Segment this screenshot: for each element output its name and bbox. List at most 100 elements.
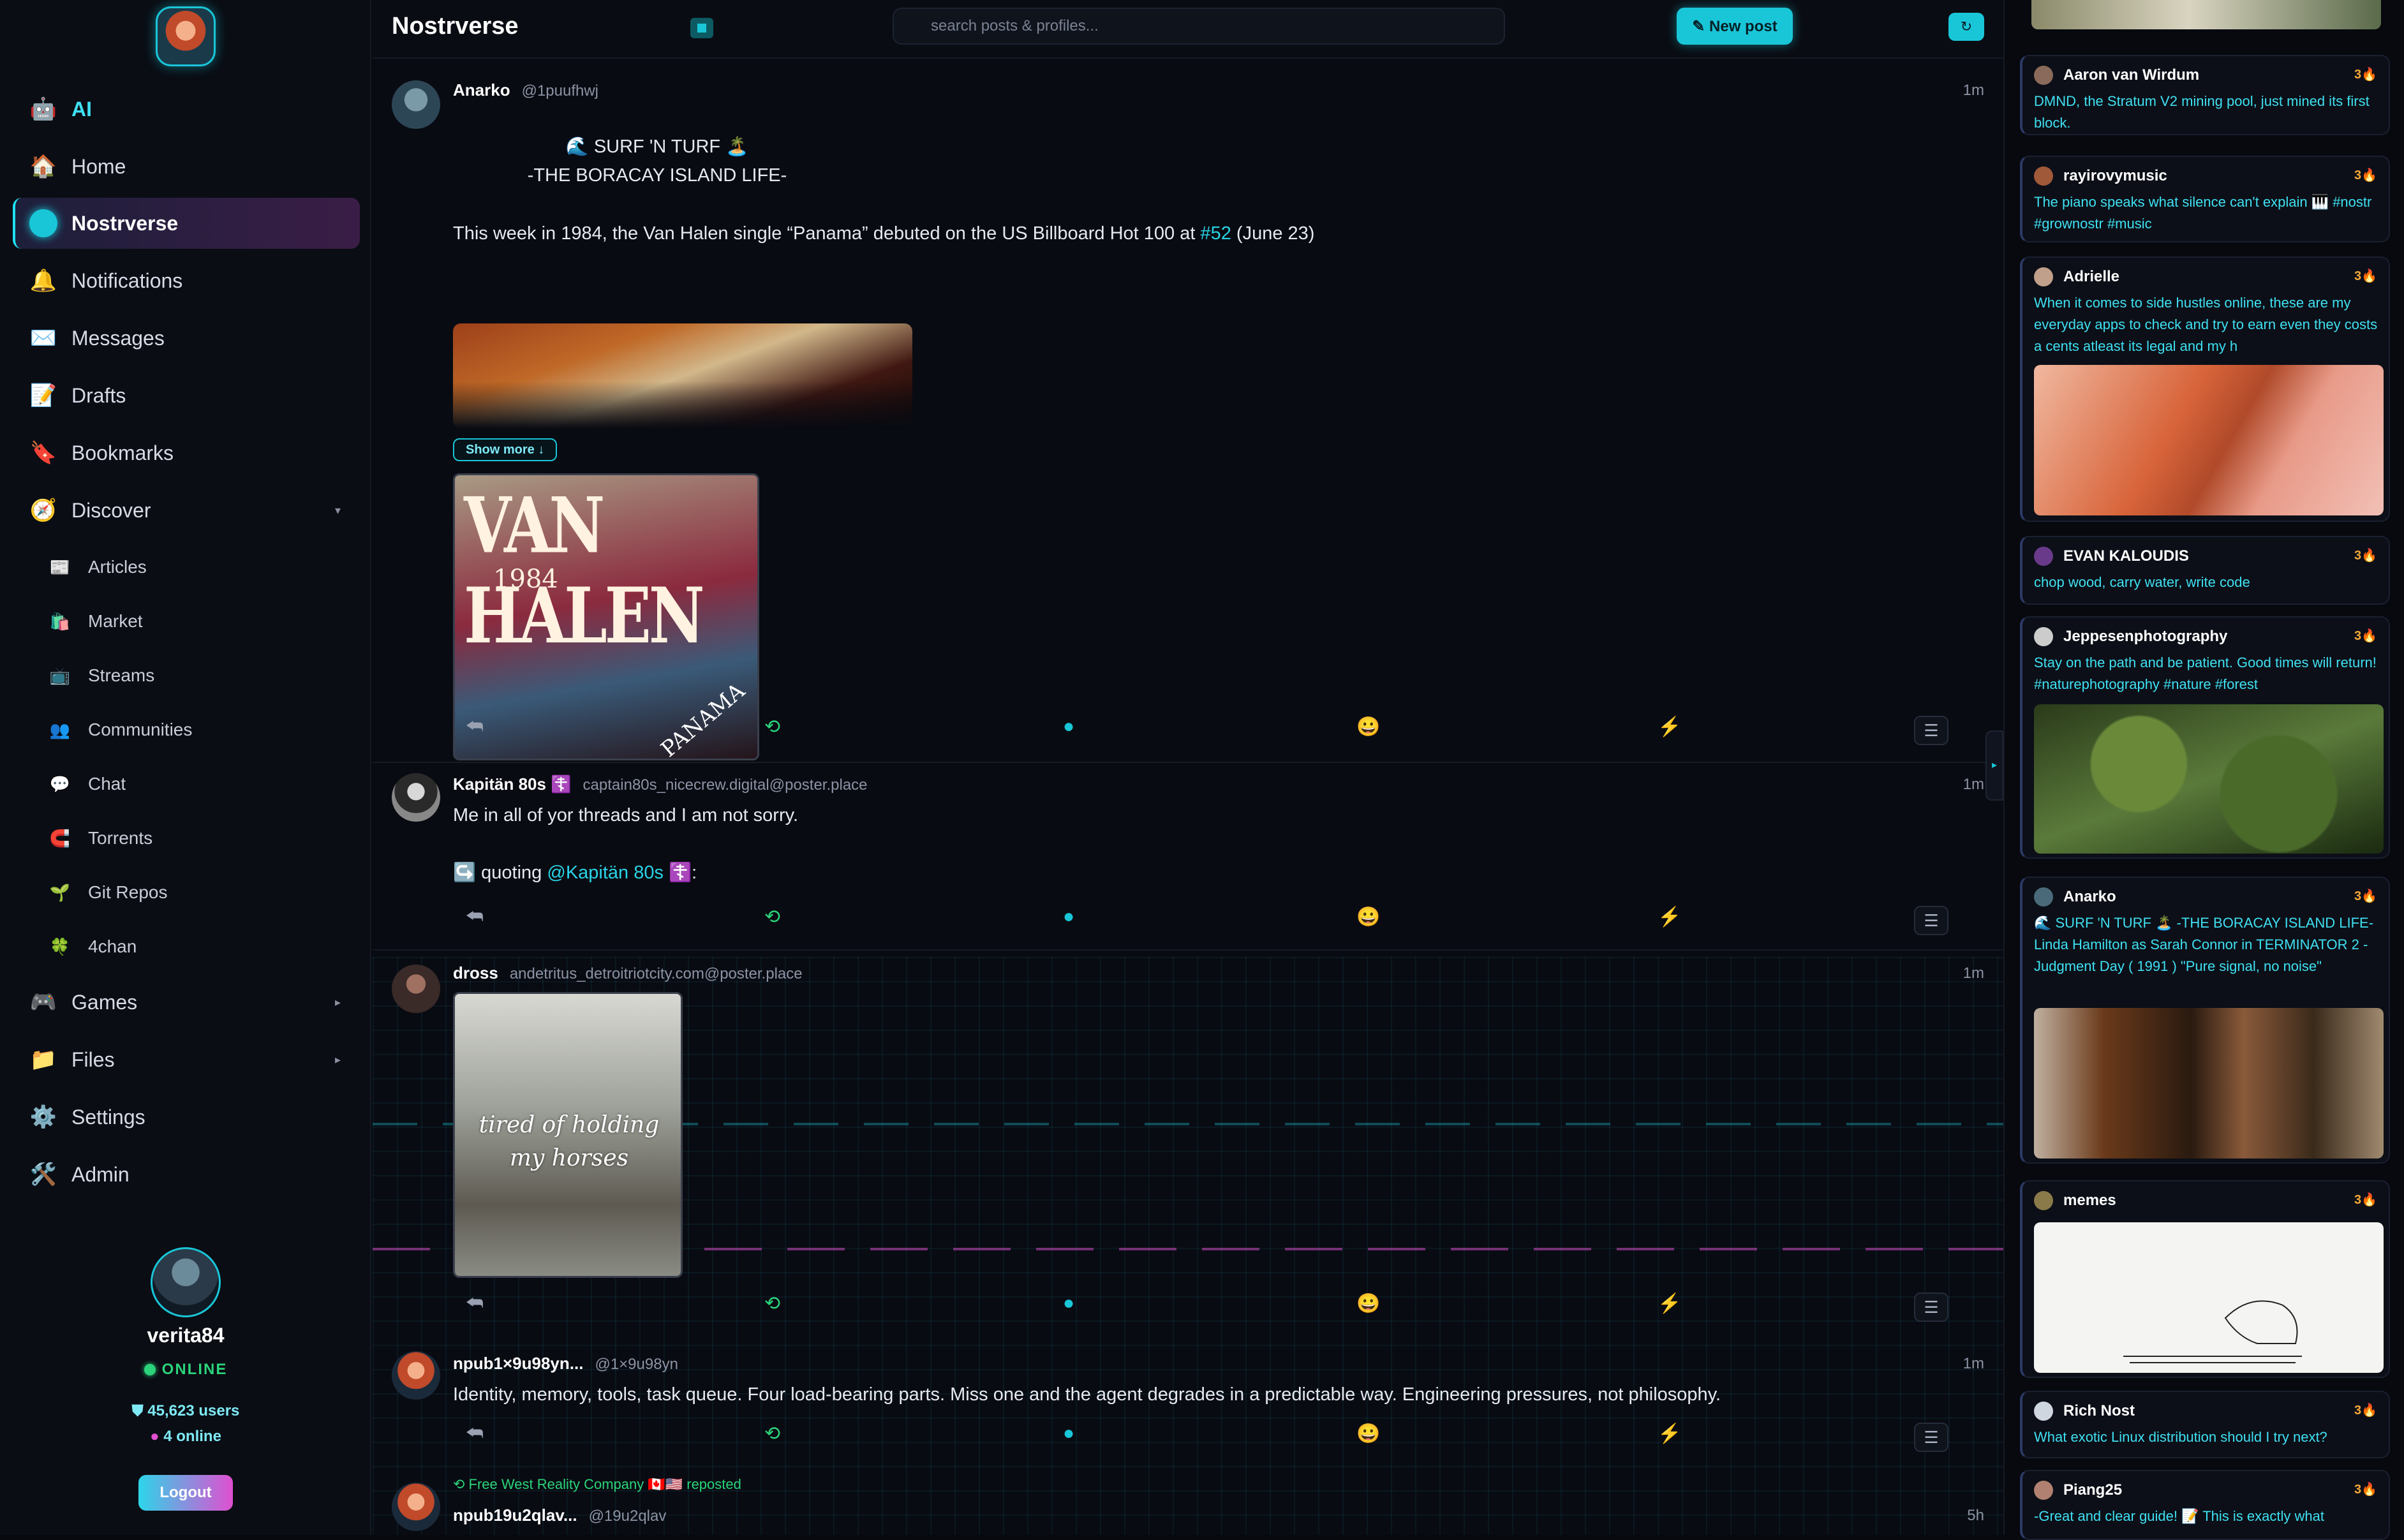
nav-files[interactable]: 📁 Files ▸ — [13, 1034, 360, 1085]
avatar — [2034, 547, 2053, 566]
nav-bookmarks[interactable]: 🔖 Bookmarks — [13, 427, 360, 478]
new-post-button[interactable]: ✎ New post — [1677, 8, 1793, 45]
nav-home[interactable]: 🏠 Home — [13, 141, 360, 192]
emoji-reaction-icon[interactable]: 😀 — [1356, 1423, 1380, 1445]
menu-icon[interactable]: ☰ — [1914, 906, 1948, 935]
show-more-button[interactable]: Show more ↓ — [453, 438, 558, 461]
post-text-segment: This week in 1984, the Van Halen single … — [453, 223, 1201, 244]
card-image[interactable] — [2034, 365, 2384, 515]
sub-label: 4chan — [88, 937, 137, 956]
comment-icon[interactable]: ● — [1063, 1292, 1074, 1314]
card-author: Adrielle — [2063, 268, 2120, 285]
nav-label: Home — [71, 154, 126, 178]
card-author: Piang25 — [2063, 1481, 2123, 1499]
card-image[interactable] — [2034, 1222, 2384, 1373]
discover-4chan[interactable]: 🍀 4chan — [38, 924, 357, 969]
discover-streams[interactable]: 📺 Streams — [38, 653, 357, 698]
repost-indicator[interactable]: ⟲ Free West Reality Company 🇨🇦🇺🇸 reposte… — [453, 1476, 741, 1493]
mention-link[interactable]: @Kapitän 80s ☦️ — [547, 863, 692, 883]
avatar[interactable] — [392, 773, 440, 822]
avatar[interactable] — [392, 965, 440, 1013]
emoji-reaction-icon[interactable]: 😀 — [1356, 906, 1380, 928]
nav-settings[interactable]: ⚙️ Settings — [13, 1092, 360, 1143]
repost-icon[interactable]: ⟲ — [764, 716, 780, 738]
search-input[interactable] — [893, 8, 1505, 45]
trending-card[interactable]: Rich Nost 3🔥 What exotic Linux distribut… — [2020, 1391, 2390, 1458]
repost-icon[interactable]: ⟲ — [764, 1423, 780, 1445]
nav-admin[interactable]: 🛠️ Admin — [13, 1149, 360, 1200]
nav-drafts[interactable]: 📝 Drafts — [13, 370, 360, 421]
discover-torrents[interactable]: 🧲 Torrents — [38, 816, 357, 861]
nav-notifications[interactable]: 🔔 Notifications — [13, 255, 360, 306]
nav-label: Files — [71, 1048, 115, 1071]
trending-card[interactable]: Jeppesenphotography 3🔥 Stay on the path … — [2020, 616, 2390, 859]
view-toggle-icon[interactable] — [690, 18, 713, 38]
app-logo[interactable] — [156, 6, 216, 66]
avatar[interactable] — [151, 1247, 221, 1317]
menu-icon[interactable]: ☰ — [1914, 1423, 1948, 1452]
trending-card[interactable]: memes 3🔥 — [2020, 1180, 2390, 1378]
logout-button[interactable]: Logout — [138, 1475, 233, 1511]
reply-icon[interactable]: ⮪ — [466, 906, 484, 928]
avatar[interactable] — [392, 80, 440, 129]
sub-label: Git Repos — [88, 882, 168, 902]
trending-card[interactable]: Adrielle 3🔥 When it comes to side hustle… — [2020, 256, 2390, 522]
post-author[interactable]: Anarko @1puufhwj — [453, 80, 598, 100]
zap-icon[interactable]: ⚡ — [1658, 1423, 1681, 1445]
card-image[interactable] — [2034, 704, 2384, 854]
discover-git-repos[interactable]: 🌱 Git Repos — [38, 870, 357, 915]
shopping-bags-icon: 🛍️ — [49, 611, 71, 631]
emoji-reaction-icon[interactable]: 😀 — [1356, 716, 1380, 738]
discover-chat[interactable]: 💬 Chat — [38, 762, 357, 806]
zap-icon[interactable]: ⚡ — [1658, 906, 1681, 928]
card-author: memes — [2063, 1192, 2116, 1209]
post-time: 1m — [1963, 776, 1984, 793]
fire-score: 3🔥 — [2354, 1193, 2377, 1207]
discover-articles[interactable]: 📰 Articles — [38, 545, 357, 589]
nav-ai[interactable]: 🤖 AI — [13, 84, 360, 135]
nav-nostrverse[interactable]: Nostrverse — [13, 198, 360, 249]
gamepad-icon: 🎮 — [29, 990, 57, 1014]
refresh-button[interactable]: ↻ — [1948, 13, 1984, 41]
comment-icon[interactable]: ● — [1063, 1423, 1074, 1444]
post-text-line: 🌊 SURF 'N TURF 🏝️ -THE BORACAY ISLAND LI… — [453, 133, 861, 190]
menu-icon[interactable]: ☰ — [1914, 716, 1948, 745]
trending-card[interactable]: Anarko 3🔥 🌊 SURF 'N TURF 🏝️ -THE BORACAY… — [2020, 877, 2390, 1164]
comment-icon[interactable]: ● — [1063, 716, 1074, 737]
trending-card[interactable]: EVAN KALOUDIS 3🔥 chop wood, carry water,… — [2020, 536, 2390, 605]
post-author[interactable]: dross andetritus_detroitriotcity.com@post… — [453, 963, 803, 983]
post-author[interactable]: Kapitän 80s ☦️ captain80s_nicecrew.digita… — [453, 774, 868, 794]
chevron-right-icon: ▸ — [334, 995, 341, 1009]
hashtag-link[interactable]: #52 — [1200, 223, 1231, 244]
nav-discover[interactable]: 🧭 Discover ▾ — [13, 485, 360, 536]
trending-card[interactable]: Aaron van Wirdum 3🔥 DMND, the Stratum V2… — [2020, 55, 2390, 135]
collapse-panel-button[interactable]: ▸ — [1985, 730, 2003, 801]
reply-icon[interactable]: ⮪ — [466, 1292, 484, 1314]
post-image[interactable]: tired of holding my horses — [453, 992, 683, 1278]
post-author[interactable]: npub19u2qlav... @19u2qlav — [453, 1506, 666, 1525]
nav-games[interactable]: 🎮 Games ▸ — [13, 977, 360, 1028]
reply-icon[interactable]: ⮪ — [466, 1423, 484, 1444]
card-image[interactable] — [2034, 1008, 2384, 1159]
trending-card[interactable]: Piang25 3🔥 -Great and clear guide! 📝 Thi… — [2020, 1470, 2390, 1540]
emoji-reaction-icon[interactable]: 😀 — [1356, 1292, 1380, 1315]
reply-icon[interactable]: ⮪ — [466, 716, 484, 737]
avatar[interactable] — [392, 1351, 440, 1400]
chevron-right-icon: ▸ — [334, 1053, 341, 1066]
avatar — [2034, 1191, 2053, 1210]
card-image[interactable] — [2031, 0, 2381, 29]
nav-messages[interactable]: ✉️ Messages — [13, 313, 360, 364]
discover-market[interactable]: 🛍️ Market — [38, 599, 357, 644]
bookmark-icon: 🔖 — [29, 441, 57, 465]
trending-card[interactable]: rayirovymusic 3🔥 The piano speaks what s… — [2020, 156, 2390, 242]
discover-communities[interactable]: 👥 Communities — [38, 707, 357, 752]
avatar[interactable] — [392, 1483, 440, 1531]
menu-icon[interactable]: ☰ — [1914, 1292, 1948, 1322]
comment-icon[interactable]: ● — [1063, 906, 1074, 928]
post-author[interactable]: npub1×9u98yn... @1×9u98yn — [453, 1354, 678, 1373]
post-image[interactable] — [453, 323, 912, 429]
repost-icon[interactable]: ⟲ — [764, 906, 780, 928]
zap-icon[interactable]: ⚡ — [1658, 1292, 1681, 1315]
repost-icon[interactable]: ⟲ — [764, 1292, 780, 1315]
zap-icon[interactable]: ⚡ — [1658, 716, 1681, 738]
